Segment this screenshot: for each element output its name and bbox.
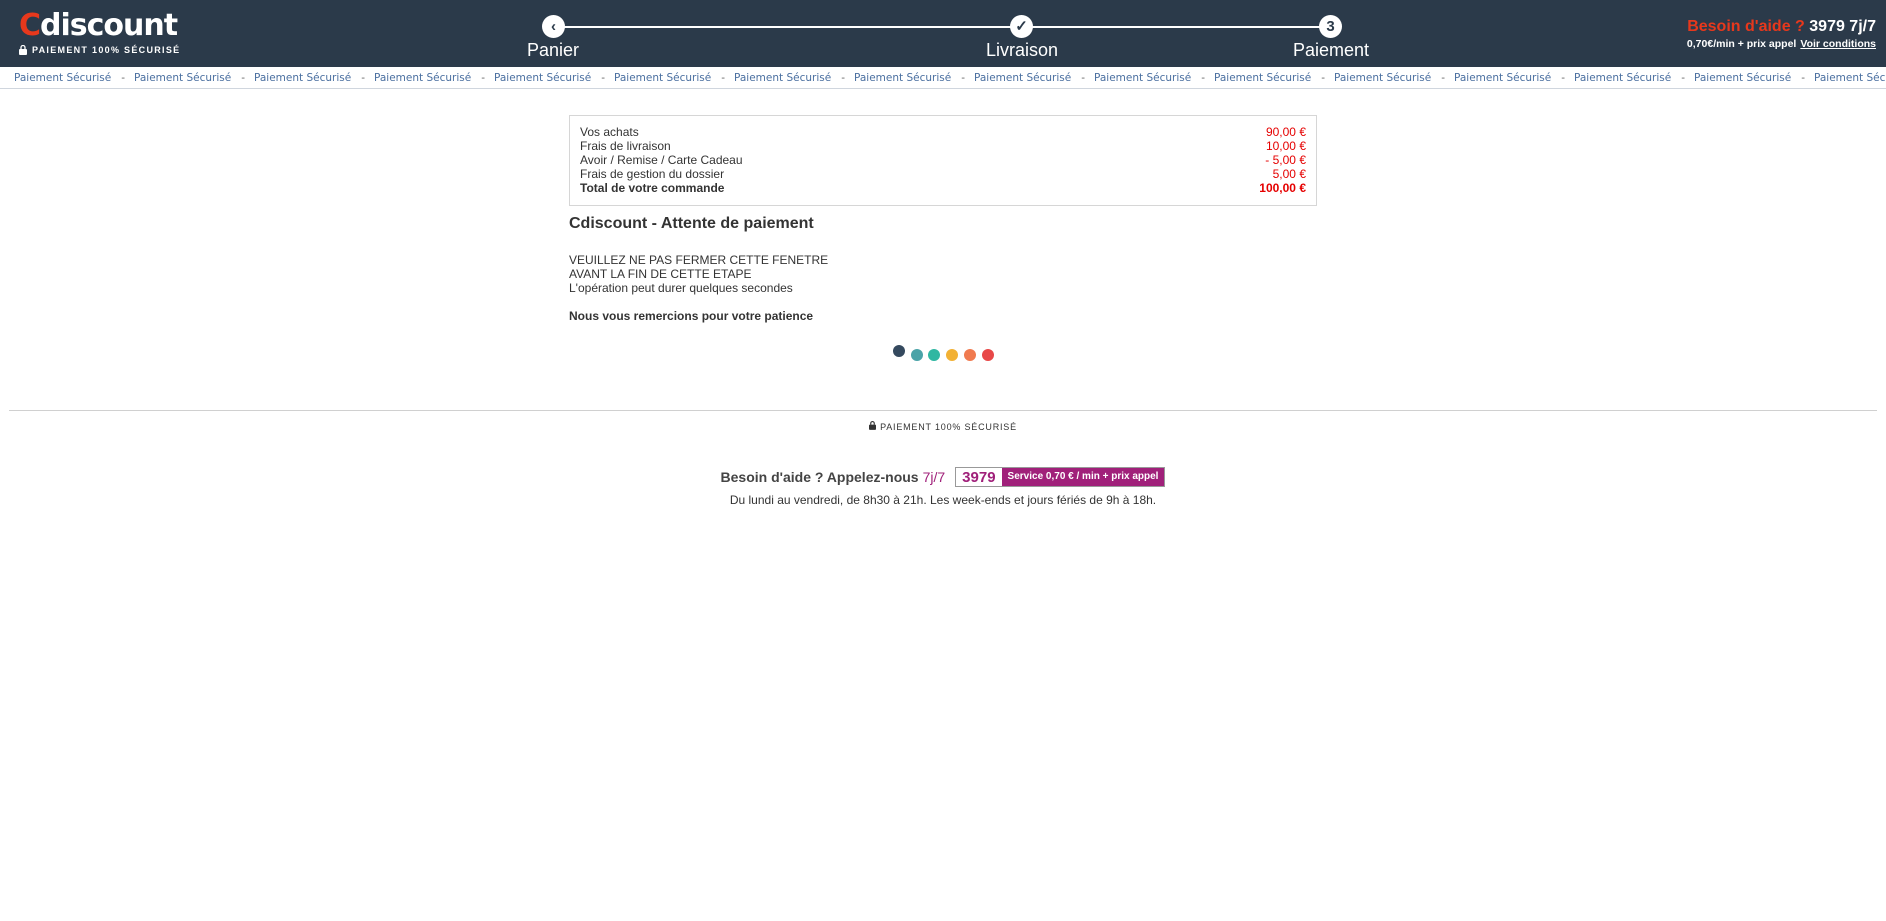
ticker-item: Paiement Sécurisé- (1454, 72, 1565, 84)
phone-number: 3979 (956, 468, 1002, 486)
thanks-message: Nous vous remercions pour votre patience (569, 309, 814, 323)
loading-dot (982, 349, 994, 361)
loading-dot (928, 349, 940, 361)
summary-row: Frais de gestion du dossier 5,00 € (580, 167, 1306, 181)
ticker-item: Paiement Sécurisé- (734, 72, 845, 84)
step-number-3: 3 (1319, 15, 1342, 38)
lock-icon (869, 421, 877, 430)
phone-badge[interactable]: 3979 Service 0,70 € / min + prix appel (955, 467, 1166, 487)
payment-warning: VEUILLEZ NE PAS FERMER CETTE FENETRE AVA… (569, 253, 829, 295)
help-contact: Besoin d'aide ? 3979 7j/7 0,70€/min + pr… (1687, 18, 1876, 50)
ticker-item: Paiement Sécurisé- (134, 72, 245, 84)
ticker-item: Paiement Sécurisé- (494, 72, 605, 84)
step-connector (553, 26, 1022, 28)
ticker-item: Paiement Sécurisé- (1814, 72, 1886, 84)
ticker-item: Paiement Sécurisé- (614, 72, 725, 84)
ticker-item: Paiement Sécurisé- (374, 72, 485, 84)
step-label-paiement: Paiement (1292, 40, 1370, 60)
opening-hours: Du lundi au vendredi, de 8h30 à 21h. Les… (729, 493, 1157, 507)
step-label-panier[interactable]: Panier (527, 40, 579, 61)
payment-title: Cdiscount - Attente de paiement (569, 215, 814, 232)
ticker-item: Paiement Sécurisé- (1694, 72, 1805, 84)
call-days: 7j/7 (922, 469, 946, 485)
ticker-item: Paiement Sécurisé- (14, 72, 125, 84)
conditions-link[interactable]: Voir conditions (1800, 38, 1876, 50)
footer-secure-label: PAIEMENT 100% SÉCURISÉ (0, 421, 1886, 432)
help-question: Besoin d'aide ? (1687, 18, 1805, 35)
ticker-item: Paiement Sécurisé- (254, 72, 365, 84)
service-price: Service 0,70 € / min + prix appel (1001, 468, 1165, 486)
ticker-item: Paiement Sécurisé- (974, 72, 1085, 84)
summary-row: Frais de livraison 10,00 € (580, 139, 1306, 153)
loading-dot (911, 349, 923, 361)
footer-divider (9, 410, 1877, 411)
loading-dot (946, 349, 958, 361)
summary-total-row: Total de votre commande 100,00 € (580, 181, 1306, 195)
summary-row: Vos achats 90,00 € (580, 125, 1306, 139)
ticker-item: Paiement Sécurisé- (854, 72, 965, 84)
checkout-header: Cdiscount PAIEMENT 100% SÉCURISÉ ‹ Panie… (0, 0, 1886, 67)
ticker-item: Paiement Sécurisé- (1574, 72, 1685, 84)
step-connector (1022, 26, 1331, 28)
secure-payment-ticker: Paiement Sécurisé - Paiement Sécurisé - Paie… (0, 67, 1886, 89)
help-price: 0,70€/min + prix appel (1686, 38, 1797, 50)
ticker-item: Paiement Sécurisé- (1334, 72, 1445, 84)
call-text: Besoin d'aide ? Appelez-nous (720, 469, 919, 485)
checkout-steps: ‹ Panier ✓ Livraison 3 Paiement (0, 0, 1886, 67)
ticker-item: Paiement Sécurisé- (1094, 72, 1205, 84)
help-call-box: Besoin d'aide ? Appelez-nous 7j/7 3979 S… (0, 467, 1886, 507)
order-summary: Vos achats 90,00 € Frais de livraison 10,0… (569, 115, 1317, 206)
check-icon[interactable]: ✓ (1010, 15, 1033, 38)
chevron-left-icon[interactable]: ‹ (542, 15, 565, 38)
loading-dot (964, 349, 976, 361)
loading-dot (893, 345, 905, 357)
ticker-item: Paiement Sécurisé- (1214, 72, 1325, 84)
summary-row: Avoir / Remise / Carte Cadeau - 5,00 € (580, 153, 1306, 167)
help-number: 3979 7j/7 (1809, 18, 1876, 35)
step-label-livraison[interactable]: Livraison (986, 40, 1058, 61)
